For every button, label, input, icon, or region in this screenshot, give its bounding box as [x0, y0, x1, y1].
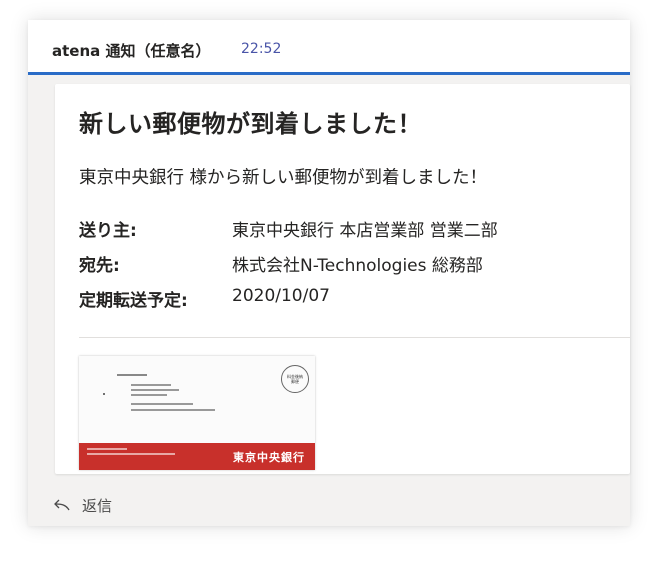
- fact-value: 2020/10/07: [232, 286, 330, 306]
- reply-button[interactable]: 返信: [82, 495, 112, 516]
- message-time: 22:52: [241, 41, 282, 57]
- stamp-text: 料金後納郵便: [287, 374, 303, 384]
- envelope-image[interactable]: 料金後納郵便 東京中央銀行: [79, 356, 315, 470]
- envelope-text-line: [131, 389, 179, 391]
- bank-logo: 東京中央銀行: [233, 451, 305, 464]
- envelope-text-line: [131, 409, 215, 411]
- envelope-text-line: [131, 384, 171, 386]
- postage-stamp-mark: 料金後納郵便: [281, 365, 309, 393]
- envelope-text-line: [87, 448, 127, 450]
- fact-label: 宛先:: [79, 256, 120, 276]
- envelope-text-line: [131, 394, 167, 396]
- envelope-text-line: [131, 403, 193, 405]
- fact-value: 東京中央銀行 本店営業部 営業二部: [232, 221, 498, 241]
- adaptive-card: 新しい郵便物が到着しました！ 東京中央銀行 様から新しい郵便物が到着しました！ …: [55, 84, 630, 474]
- envelope-mark: [103, 393, 105, 395]
- message-footer: 返信: [28, 486, 630, 526]
- envelope-text-line: [117, 374, 147, 376]
- reply-arrow-icon[interactable]: [52, 497, 70, 513]
- envelope-text-line: [87, 453, 175, 455]
- card-subtitle: 東京中央銀行 様から新しい郵便物が到着しました！: [79, 168, 488, 188]
- fact-label: 定期転送予定:: [79, 291, 188, 311]
- notification-card-container: atena 通知（任意名） 22:52 新しい郵便物が到着しました！ 東京中央銀…: [28, 20, 630, 526]
- sender-name[interactable]: atena 通知（任意名）: [52, 40, 211, 61]
- card-title: 新しい郵便物が到着しました！: [79, 110, 422, 138]
- fact-label: 送り主:: [79, 221, 137, 241]
- card-divider: [79, 337, 630, 338]
- fact-value: 株式会社N-Technologies 総務部: [232, 256, 483, 276]
- message-header: atena 通知（任意名） 22:52: [28, 20, 630, 75]
